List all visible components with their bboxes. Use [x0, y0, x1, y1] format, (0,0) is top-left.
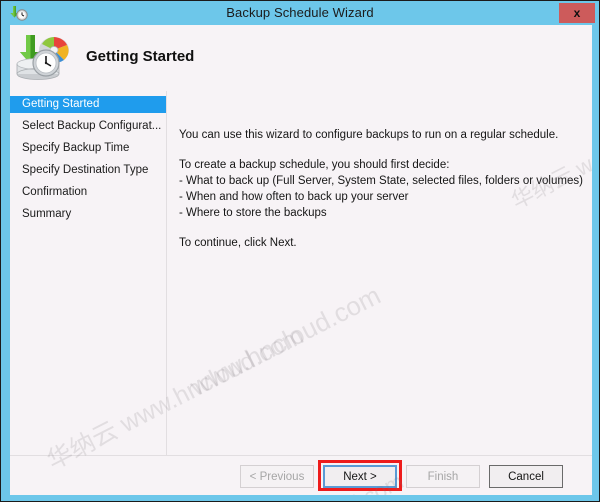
next-button[interactable]: Next >	[323, 465, 397, 488]
sidebar-item-specify-destination-type[interactable]: Specify Destination Type	[10, 162, 166, 179]
wizard-steps-sidebar: Getting Started Select Backup Configurat…	[10, 91, 167, 455]
bullet-when-and-how-often: - When and how often to back up your ser…	[179, 191, 409, 203]
title-bar: Backup Schedule Wizard x	[1, 1, 599, 25]
bullet-where-to-store: - Where to store the backups	[179, 207, 327, 219]
close-icon[interactable]: x	[559, 3, 595, 23]
sidebar-item-getting-started[interactable]: Getting Started	[10, 96, 166, 113]
continue-text: To continue, click Next.	[179, 237, 297, 249]
content-panel: You can use this wizard to configure bac…	[167, 91, 592, 455]
wizard-header: Getting Started	[10, 25, 592, 91]
intro-text: You can use this wizard to configure bac…	[179, 129, 559, 141]
client-area: Getting Started Getting Started Select B…	[10, 25, 592, 495]
sidebar-item-select-backup-configuration[interactable]: Select Backup Configurat...	[10, 118, 166, 135]
window-title: Backup Schedule Wizard	[226, 5, 374, 20]
bullet-what-to-back-up: - What to back up (Full Server, System S…	[179, 175, 583, 187]
decide-heading: To create a backup schedule, you should …	[179, 159, 450, 171]
previous-button[interactable]: < Previous	[240, 465, 314, 488]
finish-button[interactable]: Finish	[406, 465, 480, 488]
content-text-block: You can use this wizard to configure bac…	[179, 127, 583, 251]
sidebar-item-specify-backup-time[interactable]: Specify Backup Time	[10, 140, 166, 157]
sidebar-item-summary[interactable]: Summary	[10, 206, 166, 223]
button-bar: < Previous Next > Finish Cancel	[10, 456, 592, 495]
sidebar-item-confirmation[interactable]: Confirmation	[10, 184, 166, 201]
cancel-button[interactable]: Cancel	[489, 465, 563, 488]
wizard-window: Backup Schedule Wizard x Getting Started…	[0, 0, 600, 502]
backup-disk-clock-icon	[14, 31, 78, 83]
page-title: Getting Started	[86, 48, 195, 65]
